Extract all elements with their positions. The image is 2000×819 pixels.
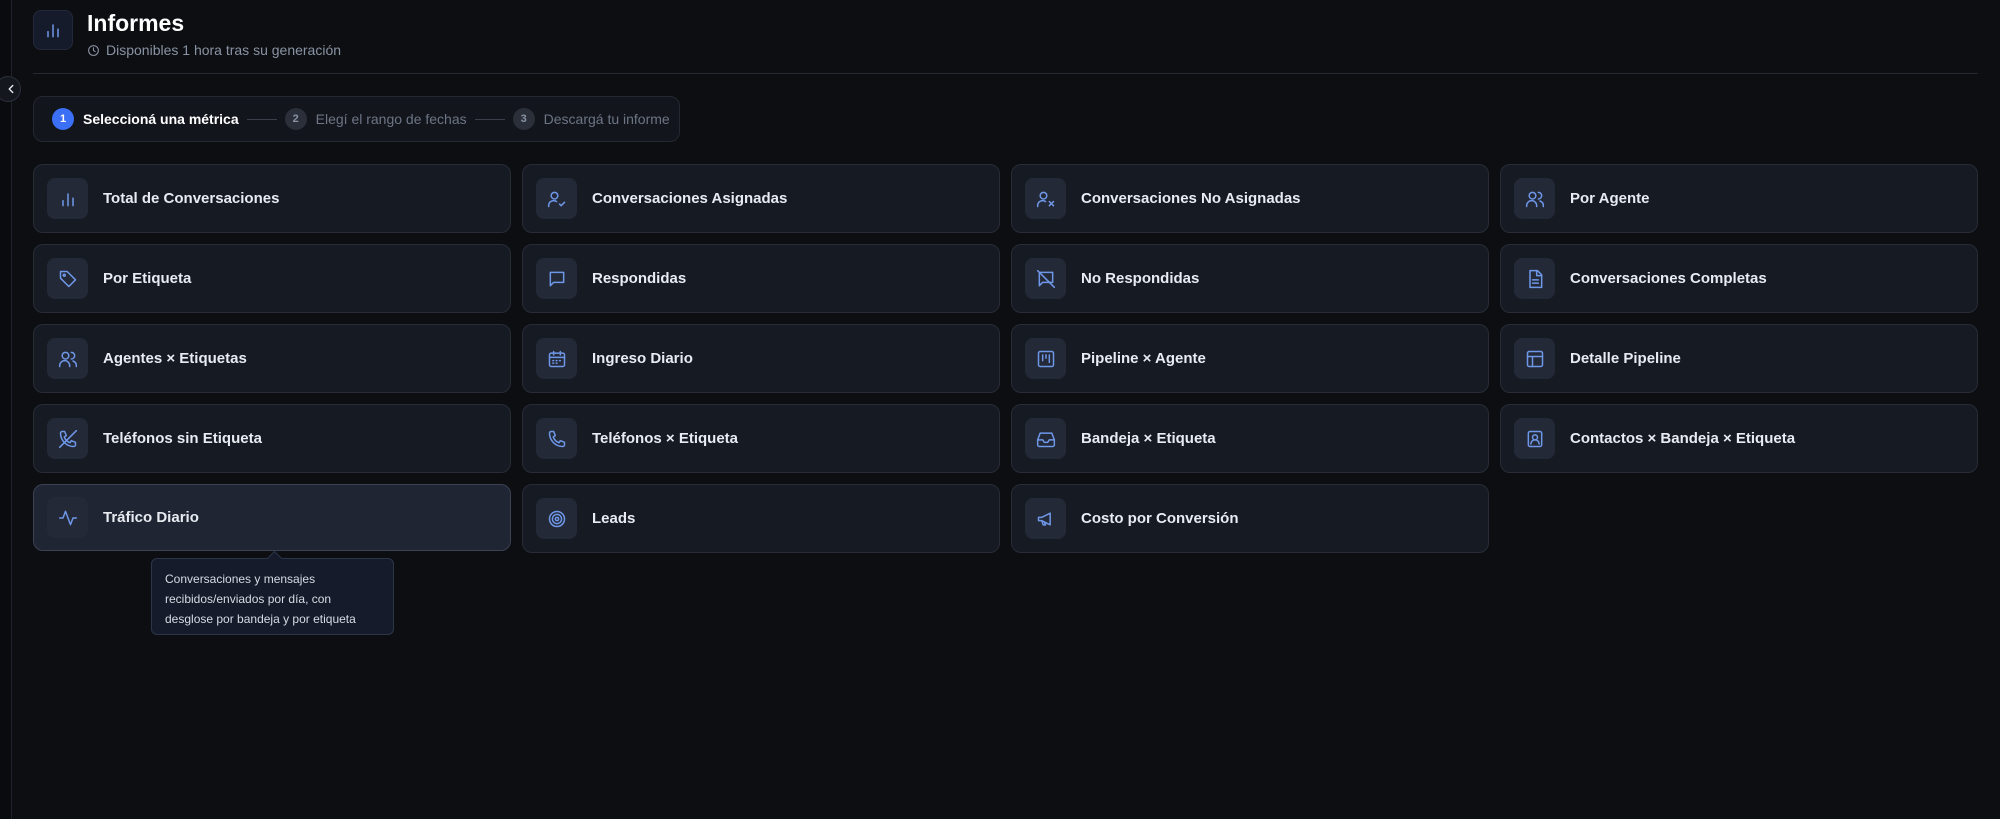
metric-label: Conversaciones Asignadas xyxy=(592,190,788,207)
activity-icon xyxy=(58,510,77,525)
message-square-off-icon xyxy=(1036,269,1055,288)
report-stepper: 1 Seleccioná una métrica 2 Elegí el rang… xyxy=(33,96,680,142)
metric-card-conversaciones-completas[interactable]: Conversaciones Completas xyxy=(1500,244,1978,313)
metric-label: Ingreso Diario xyxy=(592,350,693,367)
step-number: 3 xyxy=(512,108,535,130)
step-label: Descargá tu informe xyxy=(543,111,670,127)
metric-card-pipeline-agente[interactable]: Pipeline × Agente xyxy=(1011,324,1489,393)
phone-off-icon xyxy=(58,429,77,448)
calendar-icon xyxy=(548,350,565,367)
step-number: 1 xyxy=(52,108,74,130)
metric-label: Respondidas xyxy=(592,270,687,287)
metric-label: Pipeline × Agente xyxy=(1081,350,1206,367)
step-select-metric[interactable]: 1 Seleccioná una métrica xyxy=(52,108,239,130)
metric-label: Total de Conversaciones xyxy=(103,190,280,207)
metric-label: Bandeja × Etiqueta xyxy=(1081,430,1216,447)
metric-card-conversaciones-asignadas[interactable]: Conversaciones Asignadas xyxy=(522,164,1000,233)
reports-logo xyxy=(33,10,73,50)
table-layout-icon xyxy=(1526,350,1543,367)
metric-card-telefonos-etiqueta[interactable]: Teléfonos × Etiqueta xyxy=(522,404,1000,473)
phone-icon xyxy=(548,430,565,447)
step-number: 2 xyxy=(284,108,307,130)
metric-card-detalle-pipeline[interactable]: Detalle Pipeline xyxy=(1500,324,1978,393)
metric-card-no-respondidas[interactable]: No Respondidas xyxy=(1011,244,1489,313)
sidebar-rail xyxy=(0,0,12,819)
clock-icon xyxy=(88,44,99,56)
page-title: Informes xyxy=(87,10,185,36)
metric-label: Costo por Conversión xyxy=(1081,510,1239,527)
metric-label: Conversaciones Completas xyxy=(1570,270,1767,287)
bar-chart-icon xyxy=(47,24,59,38)
metric-card-respondidas[interactable]: Respondidas xyxy=(522,244,1000,313)
step-download[interactable]: 3 Descargá tu informe xyxy=(512,108,670,130)
metric-card-telefonos-sin-etiqueta[interactable]: Teléfonos sin Etiqueta xyxy=(33,404,511,473)
metric-label: Contactos × Bandeja × Etiqueta xyxy=(1570,430,1796,447)
metric-card-agentes-etiquetas[interactable]: Agentes × Etiquetas xyxy=(33,324,511,393)
metric-label: Teléfonos × Etiqueta xyxy=(592,430,738,447)
step-label: Elegí el rango de fechas xyxy=(315,111,467,127)
metric-card-costo-por-conversion[interactable]: Costo por Conversión xyxy=(1011,484,1489,553)
metric-card-trafico-diario[interactable]: Tráfico Diario xyxy=(33,484,511,551)
step-date-range[interactable]: 2 Elegí el rango de fechas xyxy=(284,108,467,130)
sidebar-collapse-button[interactable] xyxy=(0,76,21,102)
bar-chart-icon xyxy=(61,192,74,206)
metric-card-leads[interactable]: Leads xyxy=(522,484,1000,553)
metric-label: No Respondidas xyxy=(1081,270,1200,287)
contact-icon xyxy=(1527,430,1542,447)
user-check-icon xyxy=(547,191,565,207)
users-icon xyxy=(58,351,77,367)
megaphone-icon xyxy=(1037,511,1051,526)
metric-card-bandeja-etiqueta[interactable]: Bandeja × Etiqueta xyxy=(1011,404,1489,473)
metric-label: Leads xyxy=(592,510,636,527)
tag-icon xyxy=(59,270,76,287)
app-root: Informes Disponibles 1 hora tras su gene… xyxy=(0,0,2000,819)
metric-card-por-etiqueta[interactable]: Por Etiqueta xyxy=(33,244,511,313)
step-connector xyxy=(246,118,277,120)
metric-label: Teléfonos sin Etiqueta xyxy=(103,430,262,447)
user-x-icon xyxy=(1036,191,1054,207)
metric-label: Tráfico Diario xyxy=(103,509,199,526)
target-icon xyxy=(548,510,565,527)
metric-card-conversaciones-no-asignadas[interactable]: Conversaciones No Asignadas xyxy=(1011,164,1489,233)
page-header: Informes Disponibles 1 hora tras su gene… xyxy=(33,10,341,58)
metric-label: Por Etiqueta xyxy=(103,270,192,287)
metric-grid: Total de Conversaciones Conversaciones A… xyxy=(33,164,1978,553)
subtitle-text: Disponibles 1 hora tras su generación xyxy=(106,42,342,58)
users-icon xyxy=(1525,191,1544,207)
header-divider xyxy=(33,73,1978,74)
metric-card-ingreso-diario[interactable]: Ingreso Diario xyxy=(522,324,1000,393)
message-square-icon xyxy=(549,271,564,286)
step-label: Seleccioná una métrica xyxy=(83,111,239,127)
metric-card-total-conversaciones[interactable]: Total de Conversaciones xyxy=(33,164,511,233)
step-connector xyxy=(474,118,505,120)
metric-tooltip: Conversaciones y mensajes recibidos/envi… xyxy=(151,558,394,635)
metric-label: Por Agente xyxy=(1570,190,1650,207)
page-subtitle: Disponibles 1 hora tras su generación xyxy=(87,42,341,58)
metric-label: Conversaciones No Asignadas xyxy=(1081,190,1301,207)
inbox-icon xyxy=(1036,431,1055,447)
metric-card-contactos-bandeja-etiqueta[interactable]: Contactos × Bandeja × Etiqueta xyxy=(1500,404,1978,473)
file-text-icon xyxy=(1528,269,1542,288)
kanban-icon xyxy=(1037,350,1054,367)
metric-label: Detalle Pipeline xyxy=(1570,350,1681,367)
metric-card-por-agente[interactable]: Por Agente xyxy=(1500,164,1978,233)
metric-label: Agentes × Etiquetas xyxy=(103,350,247,367)
chevron-left-icon xyxy=(8,84,14,94)
